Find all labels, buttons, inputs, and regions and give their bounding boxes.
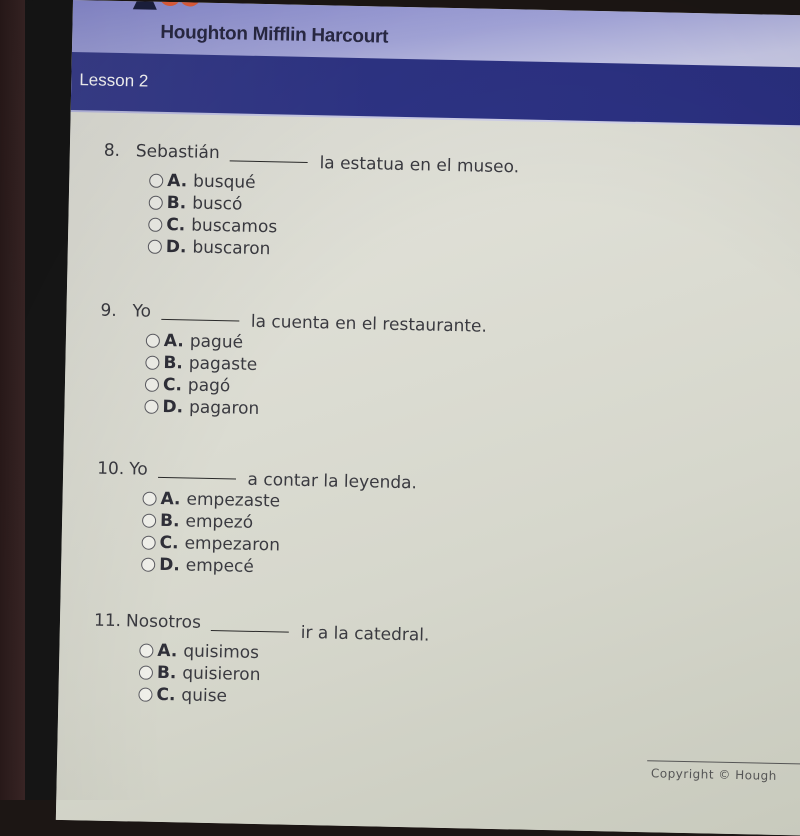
logo-triangle	[132, 0, 158, 10]
options-list: A. quisimos B. quisieron C. quise	[138, 640, 429, 712]
question-text-before: Yo	[132, 301, 152, 322]
option-text: busqué	[192, 171, 256, 193]
radio-button[interactable]	[141, 557, 156, 572]
options-list: A. pagué B. pagaste C. pagó D. pagaron	[144, 330, 486, 425]
options-list: A. busqué B. buscó C. buscamos D. buscaron	[147, 170, 519, 266]
question-9: 9. Yo la cuenta en el restaurante. A. pag…	[98, 301, 487, 425]
radio-button[interactable]	[149, 173, 164, 188]
question-text-after: la estatua en el museo.	[319, 153, 520, 178]
question-10: 10. Yo a contar la leyenda. A. empezaste …	[95, 459, 417, 582]
option-letter: C.	[156, 684, 176, 706]
option-text: buscó	[191, 193, 243, 215]
option-letter: A.	[167, 171, 188, 192]
option-letter: B.	[159, 510, 180, 532]
monitor-bezel	[0, 0, 25, 800]
radio-button[interactable]	[141, 535, 156, 550]
option-text: pagaste	[188, 353, 258, 375]
hmh-logo-icon	[132, 0, 204, 15]
radio-button[interactable]	[138, 687, 153, 702]
option-letter: A.	[160, 488, 181, 510]
option-text: pagó	[187, 375, 231, 397]
screen: Houghton Mifflin Harcourt Lesson 2 8. Se…	[55, 0, 800, 836]
question-text-after: ir a la catedral.	[300, 622, 430, 646]
radio-button[interactable]	[144, 377, 160, 392]
question-11: 11. Nosotros ir a la catedral. A. quisimo…	[92, 611, 430, 712]
option-letter: C.	[162, 374, 183, 396]
question-text-before: Yo	[128, 459, 148, 480]
option-text: empecé	[185, 555, 255, 577]
option-text: pagaron	[188, 397, 260, 419]
option-letter: C.	[166, 215, 186, 236]
option-text: buscamos	[191, 215, 278, 238]
radio-button[interactable]	[139, 643, 154, 658]
answer-blank	[157, 475, 236, 480]
radio-button[interactable]	[142, 491, 157, 506]
answer-blank	[160, 317, 239, 322]
option-text: empezaron	[184, 533, 281, 556]
option-letter: B.	[156, 662, 177, 684]
answer-blank	[229, 159, 308, 163]
question-number: 9.	[100, 300, 117, 321]
radio-button[interactable]	[138, 665, 154, 680]
logo-circle	[178, 0, 202, 7]
question-number: 8.	[103, 140, 121, 162]
option-letter: A.	[157, 640, 178, 662]
option-text: quisimos	[183, 641, 260, 664]
quiz-content: 8. Sebastián la estatua en el museo. A. b…	[55, 111, 800, 836]
option-letter: D.	[162, 396, 184, 418]
option-letter: C.	[159, 532, 179, 554]
options-list: A. empezaste B. empezó C. empezaron D. empec…	[141, 488, 417, 582]
option-letter: A.	[163, 330, 185, 352]
brand-name: Houghton Mifflin Harcourt	[160, 21, 389, 48]
radio-button[interactable]	[148, 217, 163, 232]
option-text: quisieron	[182, 663, 261, 686]
question-8: 8. Sebastián la estatua en el museo. A. b…	[102, 141, 520, 266]
lesson-title: Lesson 2	[79, 70, 149, 91]
question-text-after: a contar la leyenda.	[247, 469, 418, 494]
radio-button[interactable]	[147, 239, 162, 254]
option-text: pagué	[189, 331, 244, 353]
radio-button[interactable]	[144, 399, 159, 414]
option-text: quise	[181, 685, 228, 707]
question-number: 11.	[93, 610, 122, 632]
footer-divider	[647, 760, 800, 766]
option-letter: B.	[163, 352, 184, 374]
radio-button[interactable]	[145, 333, 161, 348]
option-letter: D.	[158, 554, 180, 576]
option-d[interactable]: D. empecé	[141, 554, 415, 582]
radio-button[interactable]	[148, 195, 163, 210]
option-letter: B.	[166, 193, 187, 214]
option-text: buscaron	[192, 237, 271, 260]
radio-button[interactable]	[145, 355, 160, 370]
question-text-before: Nosotros	[125, 611, 202, 633]
option-c[interactable]: C. quise	[138, 684, 428, 712]
logo-circle	[158, 0, 182, 7]
question-text-before: Sebastián	[135, 141, 220, 164]
question-number: 10.	[96, 458, 125, 480]
radio-button[interactable]	[141, 513, 157, 528]
option-letter: D.	[165, 237, 187, 258]
option-text: empezó	[185, 511, 254, 533]
option-text: empezaste	[186, 489, 281, 512]
answer-blank	[210, 629, 289, 633]
copyright-text: Copyright © Hough	[650, 766, 778, 783]
